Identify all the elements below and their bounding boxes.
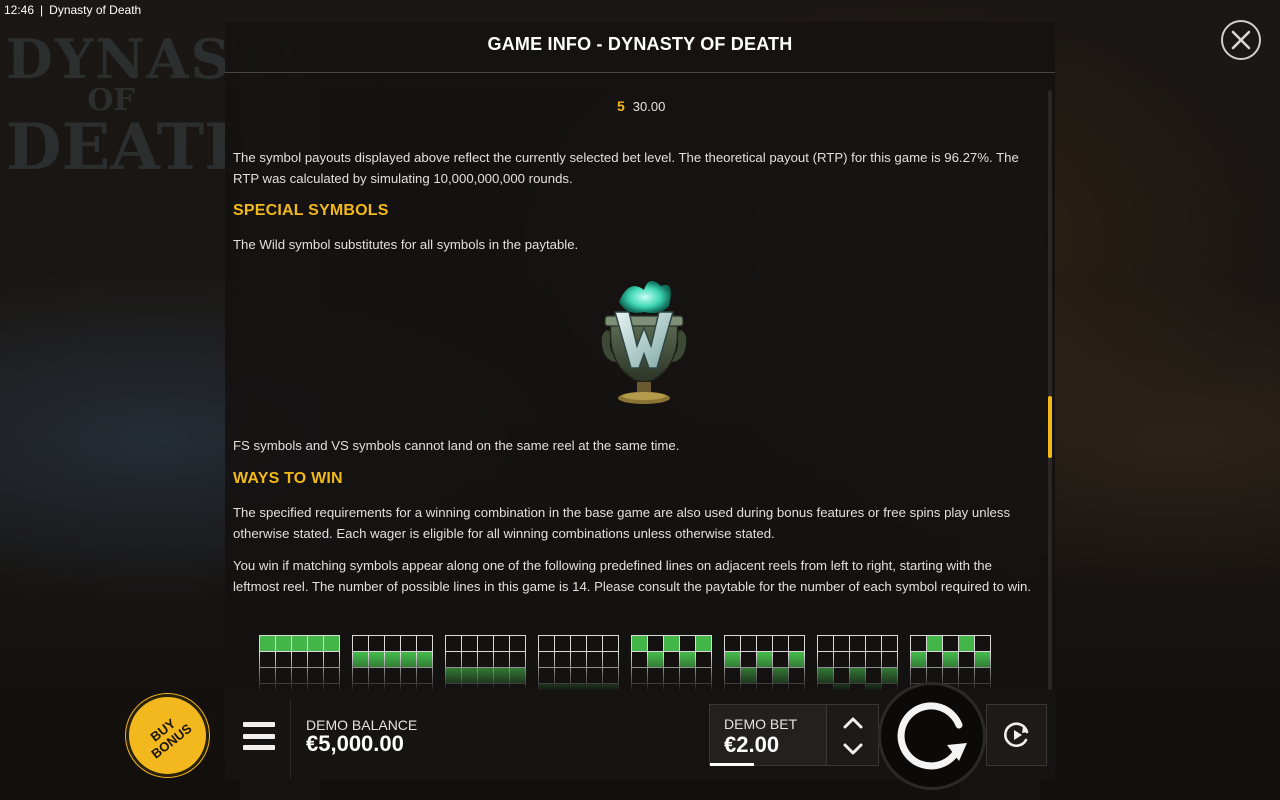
menu-button[interactable]	[243, 722, 275, 750]
rtp-text: The symbol payouts displayed above refle…	[233, 150, 1019, 186]
payline-cell-active	[324, 636, 339, 651]
payline-cell	[401, 636, 416, 651]
balance-value: €5,000.00	[306, 731, 404, 756]
bar-divider	[290, 700, 291, 778]
chevron-down-icon	[843, 743, 863, 755]
payline-cell	[818, 636, 833, 651]
payline-cell	[725, 636, 740, 651]
bet-label: DEMO BET	[724, 716, 798, 732]
payline-cell-active	[632, 636, 647, 651]
autoplay-button[interactable]	[986, 704, 1047, 766]
payline-cell-active	[959, 636, 974, 651]
paytable-payout: 30.00	[632, 99, 666, 114]
close-icon	[1231, 30, 1251, 50]
payline-cell	[648, 636, 663, 651]
payline-cell	[866, 636, 881, 651]
payline-cell	[510, 636, 525, 651]
payline-cell	[539, 636, 554, 651]
special-symbols-heading: SPECIAL SYMBOLS	[233, 202, 389, 219]
status-app-name: Dynasty of Death	[49, 3, 142, 17]
paytable-row: 5 30.00	[617, 98, 665, 114]
payline-cell	[882, 636, 897, 651]
bet-increase-button[interactable]	[840, 713, 866, 733]
payline-cell	[571, 636, 586, 651]
info-content[interactable]: 5 30.00 The symbol payouts displayed abov…	[233, 22, 1043, 690]
payline-cell-active	[664, 636, 679, 651]
ways-to-win-heading: WAYS TO WIN	[233, 470, 343, 487]
payline-cell	[773, 636, 788, 651]
payline-cell	[587, 636, 602, 651]
payline-cell	[446, 636, 461, 651]
scrollbar[interactable]	[1048, 90, 1052, 690]
payline-cell	[353, 636, 368, 651]
wild-symbol	[601, 280, 687, 404]
fs-vs-rule: FS symbols and VS symbols cannot land on…	[233, 438, 680, 453]
ways-to-win-paragraph-2: You win if matching symbols appear along…	[233, 558, 1032, 594]
payline-cell	[850, 636, 865, 651]
payline-cell	[943, 636, 958, 651]
bet-display: DEMO BET €2.00	[709, 704, 827, 766]
payline-cell	[680, 636, 695, 651]
background-logo-line3: DEATH	[6, 110, 265, 185]
payline-cell	[494, 636, 509, 651]
wild-description: The Wild symbol substitutes for all symb…	[233, 237, 579, 252]
bet-adjust	[827, 704, 879, 766]
status-time: 12:46	[4, 3, 35, 17]
payline-cell	[417, 636, 432, 651]
background-logo: DYNASTY OF DEATH	[6, 27, 315, 202]
payline-cell	[789, 636, 804, 651]
payline-cell	[911, 636, 926, 651]
payline-cell	[462, 636, 477, 651]
bet-value: €2.00	[724, 732, 780, 757]
payline-cell-active	[260, 636, 275, 651]
payline-cell	[369, 636, 384, 651]
status-bar: 12:46 | Dynasty of Death	[0, 0, 141, 20]
payline-cell-active	[308, 636, 323, 651]
payline-cell	[975, 636, 990, 651]
payline-cell	[757, 636, 772, 651]
close-button[interactable]	[1221, 20, 1261, 60]
game-info-panel: GAME INFO - DYNASTY OF DEATH 5 30.00 The …	[225, 22, 1055, 690]
buy-bonus-button[interactable]: BUY BONUS	[126, 694, 209, 777]
spin-icon	[897, 702, 967, 770]
scrollbar-thumb[interactable]	[1048, 396, 1052, 458]
spin-button[interactable]	[878, 682, 986, 790]
bet-decrease-button[interactable]	[840, 739, 866, 759]
payline-cell	[603, 636, 618, 651]
payline-cell	[555, 636, 570, 651]
payline-cell	[741, 636, 756, 651]
payline-cell-active	[292, 636, 307, 651]
payline-cell	[385, 636, 400, 651]
paytable-count: 5	[617, 98, 625, 114]
menu-icon	[243, 722, 275, 727]
payline-cell-active	[276, 636, 291, 651]
bet-level-indicator	[710, 763, 754, 766]
ways-to-win-paragraph-1: The specified requirements for a winning…	[233, 505, 1011, 541]
background-logo-line1: DYNASTY	[6, 27, 315, 91]
chevron-up-icon	[843, 717, 863, 729]
payline-cell-active	[696, 636, 711, 651]
payline-cell	[834, 636, 849, 651]
payline-cell	[478, 636, 493, 651]
autoplay-icon	[1003, 722, 1028, 747]
payline-cell-active	[927, 636, 942, 651]
status-separator: |	[40, 3, 44, 17]
